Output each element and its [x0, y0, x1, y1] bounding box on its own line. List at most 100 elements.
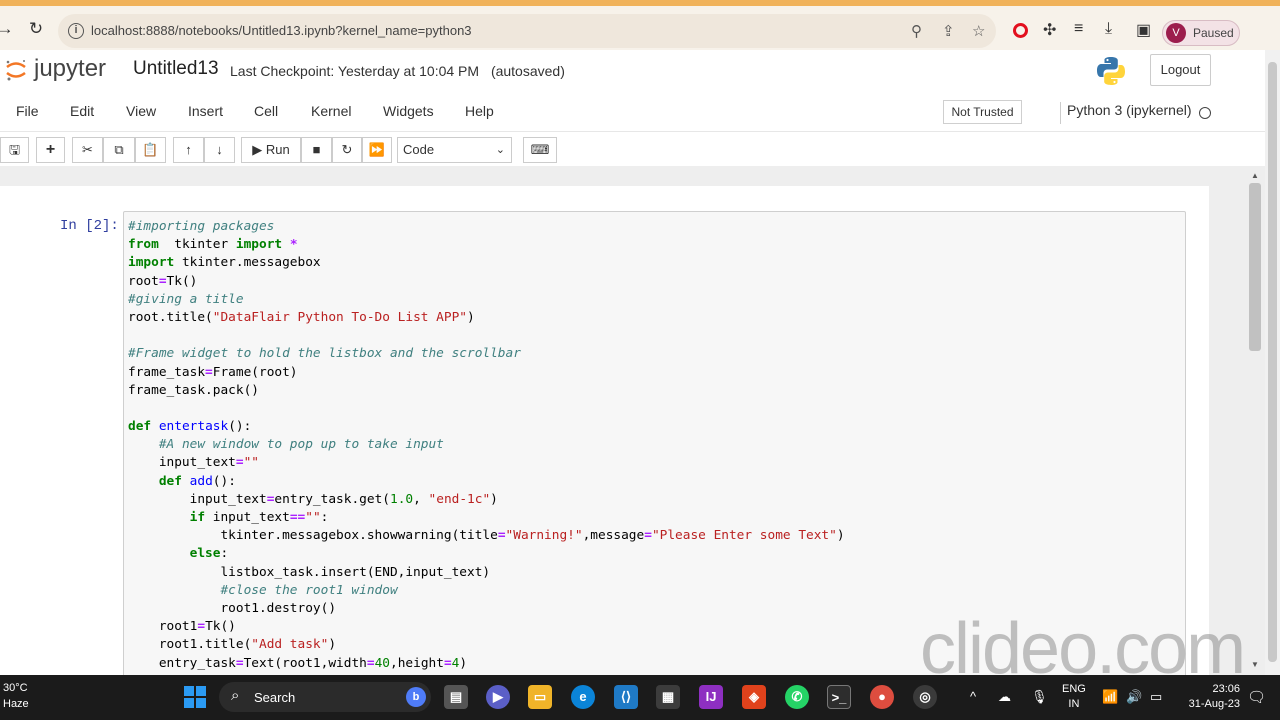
paste-icon[interactable]: 📋	[135, 137, 166, 163]
scroll-down-arrow-icon[interactable]: ▼	[1251, 660, 1259, 669]
notebook-toolbar: 🖫 + ✂ ⧉ 📋 ↑ ↓ ▶ Run ■ ↻ ⏩ Code ⌄ ⌨	[0, 132, 1265, 166]
show-hidden-icons-icon[interactable]: ^	[970, 689, 976, 704]
move-down-icon[interactable]: ↓	[204, 137, 235, 163]
trust-button[interactable]: Not Trusted	[943, 100, 1022, 124]
reload-icon[interactable]: ↻	[25, 18, 47, 40]
weather-description[interactable]: Haze	[3, 698, 29, 710]
opera-extension-icon[interactable]	[1013, 23, 1028, 38]
obs-recorder-icon[interactable]: ◎	[913, 685, 937, 709]
code-line: root.title("DataFlair Python To-Do List …	[128, 309, 475, 325]
search-icon: ⌕	[231, 687, 240, 704]
clock-time: 23:06	[1212, 683, 1240, 695]
terminal-icon[interactable]: >_	[827, 685, 851, 709]
jetbrains-icon[interactable]: IJ	[699, 685, 723, 709]
code-line: #importing packages	[128, 219, 275, 234]
taskbar-search[interactable]: ⌕ Search b	[219, 682, 431, 712]
menu-file[interactable]: File	[16, 103, 39, 119]
code-line: if input_text=="":	[189, 510, 329, 525]
download-icon[interactable]: ⤓	[1105, 20, 1112, 38]
code-line: #Frame widget to hold the listbox and th…	[128, 346, 521, 362]
add-cell-icon[interactable]: +	[36, 137, 65, 163]
autosave-status: (autosaved)	[490, 63, 565, 79]
code-line: root1=Tk()	[128, 619, 236, 635]
share-icon[interactable]: ⇪	[942, 22, 955, 40]
site-info-icon[interactable]: i	[68, 23, 84, 39]
language-indicator[interactable]: ENG IN	[1062, 682, 1086, 712]
bing-icon[interactable]: b	[406, 687, 426, 707]
python-logo-icon	[1097, 57, 1125, 85]
windows-start-icon[interactable]	[184, 686, 206, 708]
code-line: def add():	[158, 473, 236, 489]
code-line: root=Tk()	[128, 273, 198, 289]
code-line: #close the root1 window	[220, 582, 398, 598]
cut-icon[interactable]: ✂	[72, 137, 103, 163]
menu-view[interactable]: View	[126, 103, 156, 119]
menu-bar: File Edit View Insert Cell Kernel Widget…	[0, 92, 1265, 132]
restart-icon[interactable]: ↻	[332, 137, 362, 163]
jupyter-logo-icon[interactable]	[5, 58, 27, 82]
notebook-scrollbar-thumb[interactable]	[1249, 183, 1261, 351]
menu-cell[interactable]: Cell	[254, 103, 278, 119]
code-line: entry_task=Text(root1,width=40,height=4)	[128, 655, 468, 671]
weather-temperature[interactable]: 30°C	[3, 682, 28, 694]
code-line: frame_task=Frame(root)	[128, 364, 298, 380]
store-icon[interactable]: ▦	[656, 685, 680, 709]
volume-icon[interactable]: 🔊	[1126, 689, 1142, 705]
jupyter-logo-text[interactable]: jupyter	[34, 55, 106, 83]
menu-widgets[interactable]: Widgets	[383, 103, 434, 119]
bookmark-star-icon[interactable]: ☆	[972, 22, 985, 40]
code-line: input_text=entry_task.get(1.0, "end-1c")	[128, 491, 498, 507]
kernel-indicator-name[interactable]: Python 3 (ipykernel)	[1060, 102, 1192, 124]
brave-browser-icon[interactable]: ◈	[742, 685, 766, 709]
jupyter-header: jupyter Untitled13 Last Checkpoint: Yest…	[0, 50, 1265, 92]
code-line: tkinter.messagebox.showwarning(title="Wa…	[128, 528, 845, 544]
microphone-icon[interactable]: 🎙	[1031, 689, 1048, 705]
side-panel-icon[interactable]: ▣	[1136, 20, 1151, 40]
vscode-icon[interactable]: ⟨⟩	[614, 685, 638, 709]
chat-icon[interactable]: ▶	[486, 685, 510, 709]
file-explorer-icon[interactable]: ▭	[528, 685, 552, 709]
system-clock[interactable]: 23:06 31-Aug-23	[1180, 682, 1240, 712]
logout-button[interactable]: Logout	[1150, 54, 1211, 86]
code-editor[interactable]: #importing packages from tkinter import *…	[128, 218, 845, 673]
run-button[interactable]: ▶ Run	[241, 137, 301, 163]
task-view-icon[interactable]: ▤	[444, 685, 468, 709]
page-scrollbar-thumb[interactable]	[1268, 62, 1277, 662]
menu-help[interactable]: Help	[465, 103, 494, 119]
scroll-up-arrow-icon[interactable]: ▲	[1251, 171, 1259, 180]
wifi-icon[interactable]: 📶	[1102, 689, 1118, 705]
language-code: ENG	[1062, 683, 1086, 695]
url-text[interactable]: localhost:8888/notebooks/Untitled13.ipyn…	[91, 23, 472, 38]
menu-kernel[interactable]: Kernel	[311, 103, 351, 119]
search-label: Search	[254, 690, 296, 705]
onedrive-cloud-icon[interactable]: ☁	[998, 689, 1011, 705]
code-line: frame_task.pack()	[128, 382, 259, 398]
profile-button[interactable]: V Paused	[1162, 20, 1240, 46]
zoom-icon[interactable]: ⚲	[911, 22, 922, 40]
save-icon[interactable]: 🖫	[0, 137, 29, 163]
extensions-puzzle-icon[interactable]: ✣	[1043, 20, 1056, 40]
code-line: import tkinter.messagebox	[128, 255, 321, 271]
move-up-icon[interactable]: ↑	[173, 137, 204, 163]
notebook-title[interactable]: Untitled13	[133, 58, 219, 80]
edge-browser-icon[interactable]: e	[571, 685, 595, 709]
reading-list-icon[interactable]: ≡	[1074, 20, 1083, 38]
menu-edit[interactable]: Edit	[70, 103, 94, 119]
stop-icon[interactable]: ■	[301, 137, 332, 163]
code-line: else:	[189, 546, 229, 562]
forward-arrow-icon[interactable]: →	[0, 18, 16, 40]
copy-icon[interactable]: ⧉	[103, 137, 135, 163]
address-bar[interactable]: i localhost:8888/notebooks/Untitled13.ip…	[58, 14, 996, 48]
whatsapp-icon[interactable]: ✆	[785, 685, 809, 709]
chrome-browser-icon[interactable]: ●	[870, 685, 894, 709]
kernel-status-icon	[1199, 107, 1211, 119]
cell-type-value: Code	[403, 142, 435, 157]
checkpoint-text: Last Checkpoint: Yesterday at 10:04 PM	[230, 63, 480, 79]
menu-insert[interactable]: Insert	[188, 103, 223, 119]
notification-icon[interactable]: 🗨	[1247, 688, 1266, 706]
fast-forward-icon[interactable]: ⏩	[362, 137, 392, 163]
cell-type-select[interactable]: Code ⌄	[397, 137, 512, 163]
keyboard-icon[interactable]: ⌨	[523, 137, 557, 163]
battery-icon[interactable]: ▭	[1150, 689, 1162, 705]
